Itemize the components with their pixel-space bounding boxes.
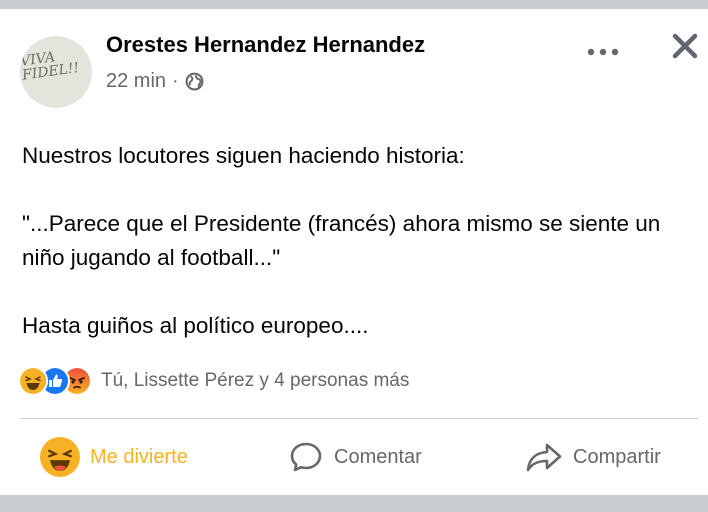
post-paragraph-2: "...Parece que el Presidente (francés) a… <box>22 211 661 270</box>
meta-separator: · <box>172 70 179 92</box>
reactions-summary[interactable]: Tú, Lissette Pérez y 4 personas más <box>18 366 409 396</box>
react-label: Me divierte <box>90 445 188 468</box>
share-icon <box>526 443 562 472</box>
globe-icon[interactable] <box>185 72 204 91</box>
post-card: VIVA FIDEL!! Orestes Hernandez Hernandez… <box>0 9 708 495</box>
share-label: Compartir <box>573 445 661 468</box>
more-options-icon[interactable] <box>584 45 624 59</box>
haha-icon <box>40 437 80 477</box>
reactions-label[interactable]: Tú, Lissette Pérez y 4 personas más <box>101 370 409 392</box>
avatar-text: VIVA FIDEL!! <box>20 49 81 84</box>
post-paragraph-1: Nuestros locutores siguen haciendo histo… <box>22 143 465 168</box>
comment-icon <box>290 442 322 472</box>
post-meta: 22 min · <box>106 70 204 93</box>
post-body: Nuestros locutores siguen haciendo histo… <box>22 139 698 343</box>
post-time[interactable]: 22 min <box>106 70 166 93</box>
post-paragraph-3: Hasta guiños al político europeo.... <box>22 313 369 338</box>
react-button[interactable]: Me divierte <box>40 433 188 481</box>
avatar[interactable]: VIVA FIDEL!! <box>20 36 92 108</box>
haha-icon <box>18 366 48 396</box>
comment-label: Comentar <box>334 445 422 468</box>
author-name[interactable]: Orestes Hernandez Hernandez <box>106 32 425 58</box>
comment-button[interactable]: Comentar <box>288 433 422 481</box>
share-button[interactable]: Compartir <box>525 433 661 481</box>
divider <box>20 418 698 419</box>
close-icon[interactable] <box>668 29 702 63</box>
